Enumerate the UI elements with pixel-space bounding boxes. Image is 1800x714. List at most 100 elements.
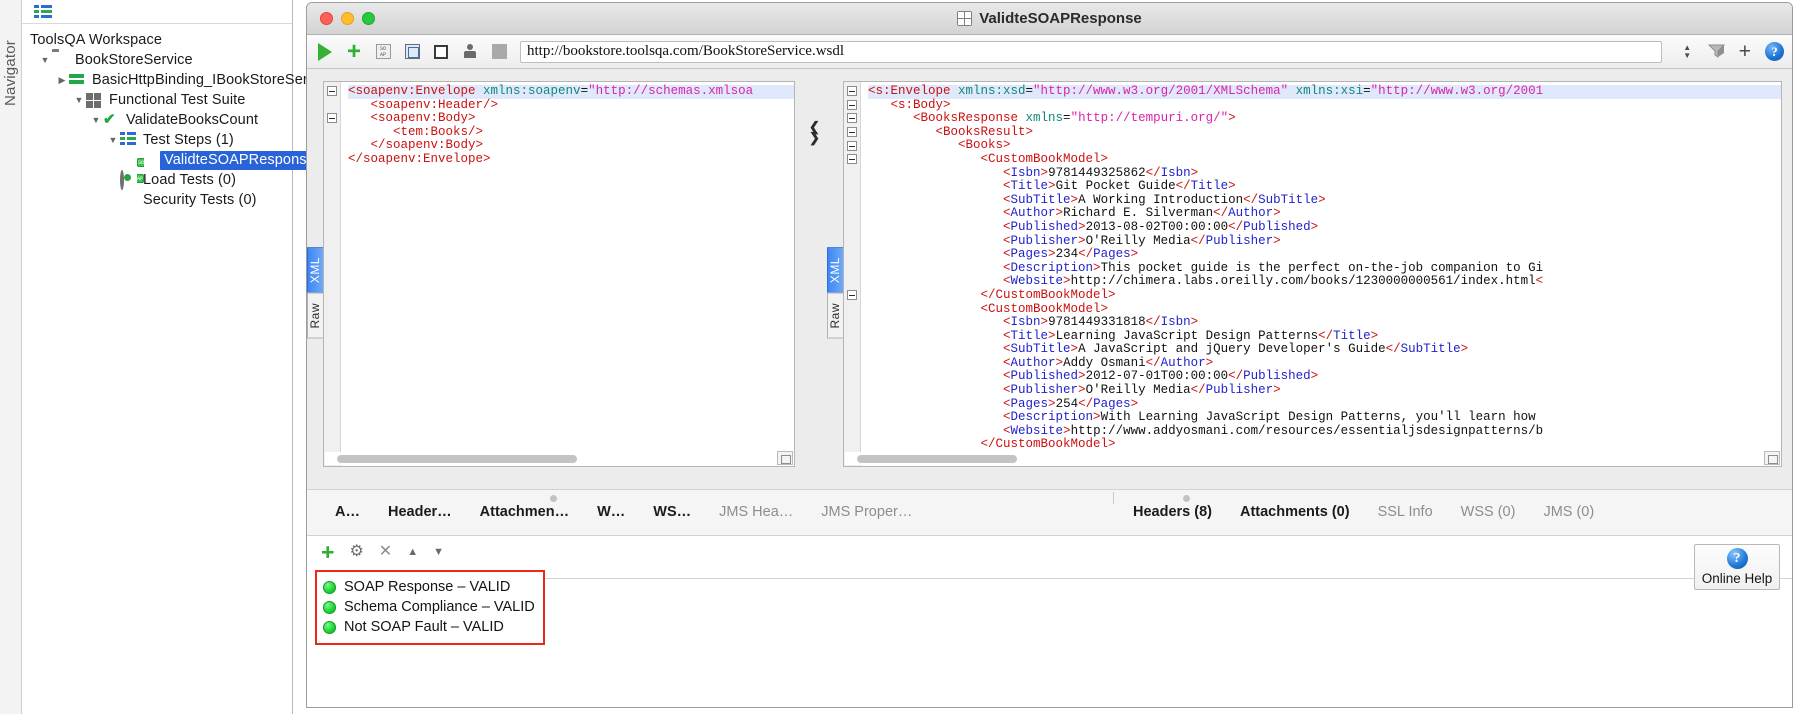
response-tab-0[interactable]: Headers (8)	[1119, 504, 1226, 520]
online-help-button[interactable]: ? Online Help	[1694, 544, 1780, 590]
navigator-strip: Navigator	[0, 0, 22, 714]
list-icon[interactable]	[34, 5, 52, 18]
request-hscrollbar[interactable]	[325, 452, 775, 465]
chevron-down-icon[interactable]	[106, 130, 120, 150]
request-tab-6[interactable]: JMS Proper…	[807, 504, 926, 520]
editors-area: XML Raw <soapenv:Envelope xmlns:soapenv=…	[307, 69, 1792, 489]
assertions-divider	[545, 578, 1792, 579]
fold-toggle[interactable]	[327, 113, 337, 123]
soap-icon[interactable]: SO AP	[373, 42, 393, 62]
form-editor-icon[interactable]	[402, 42, 422, 62]
request-view-tabs: XML Raw	[307, 247, 324, 339]
request-tab-2[interactable]: Attachmen…	[466, 504, 583, 520]
chevron-down-icon[interactable]	[89, 110, 103, 130]
tree-root-label: ToolsQA Workspace	[30, 32, 162, 48]
request-pane-handle[interactable]	[550, 495, 557, 502]
chevron-down-icon[interactable]: ▼	[433, 545, 444, 559]
code-line: <BooksResult>	[868, 124, 1034, 139]
code-line: </CustomBookModel>	[868, 287, 1116, 302]
chevron-up-icon[interactable]: ▲	[407, 545, 418, 559]
toolbar-right-group: ▲ ▼ + ?	[1671, 41, 1784, 63]
code-line: <Published>2012-07-01T00:00:00</Publishe…	[868, 369, 1319, 384]
status-valid-icon	[323, 580, 336, 594]
tree-item-bookstoreservice[interactable]: BookStoreService	[22, 50, 292, 70]
response-tab-3[interactable]: WSS (0)	[1447, 504, 1530, 520]
window-title-container: ValidteSOAPResponse	[307, 10, 1792, 27]
person-icon[interactable]	[460, 42, 480, 62]
stop-square-icon[interactable]	[489, 42, 509, 62]
tree-item-test-steps[interactable]: Test Steps (1)	[22, 130, 292, 150]
request-tab-4[interactable]: WS…	[639, 504, 705, 520]
response-pane-handle[interactable]	[1183, 495, 1190, 502]
soap-request-icon	[957, 11, 973, 26]
request-tab-xml[interactable]: XML	[307, 247, 324, 294]
help-circle-icon[interactable]: ?	[1765, 42, 1784, 61]
test-steps-icon	[120, 132, 138, 148]
chevron-down-icon[interactable]	[38, 50, 52, 70]
assertion-row[interactable]: Schema Compliance – VALID	[323, 597, 537, 617]
run-button[interactable]	[315, 42, 335, 62]
response-tab-2[interactable]: SSL Info	[1364, 504, 1447, 520]
fold-toggle[interactable]	[847, 290, 857, 300]
fold-toggle[interactable]	[847, 113, 857, 123]
fold-toggle[interactable]	[847, 154, 857, 164]
request-tab-3[interactable]: W…	[583, 504, 639, 520]
fold-toggle[interactable]	[847, 100, 857, 110]
response-tab-1[interactable]: Attachments (0)	[1226, 504, 1364, 520]
response-xml-code[interactable]: <s:Envelope xmlns:xsd="http://www.w3.org…	[862, 82, 1781, 466]
tree-item-security-tests[interactable]: Security Tests (0)	[22, 190, 292, 210]
response-editor[interactable]: <s:Envelope xmlns:xsd="http://www.w3.org…	[843, 81, 1782, 467]
code-line: <soapenv:Envelope xmlns:soapenv="http://…	[348, 84, 794, 99]
request-tab-5[interactable]: JMS Hea…	[705, 504, 807, 520]
tree-root-workspace[interactable]: ToolsQA Workspace	[22, 30, 292, 50]
editor-splitter[interactable]: ❮ ❯	[805, 69, 827, 489]
filter-icon[interactable]	[1707, 44, 1725, 59]
response-hscrollbar[interactable]	[845, 452, 1762, 465]
fold-toggle[interactable]	[847, 141, 857, 151]
tree-item-basichttpbinding[interactable]: BasicHttpBinding_IBookStoreServi	[22, 70, 318, 90]
request-editor[interactable]: <soapenv:Envelope xmlns:soapenv="http://…	[323, 81, 795, 467]
security-test-shield-icon	[120, 192, 138, 208]
square-icon[interactable]	[431, 42, 451, 62]
endpoint-url-input[interactable]: http://bookstore.toolsqa.com/BookStoreSe…	[520, 40, 1662, 63]
response-tab-xml[interactable]: XML	[827, 247, 844, 294]
code-line: <Books>	[868, 138, 1011, 153]
tree-item-label: Load Tests (0)	[143, 172, 237, 188]
response-resize-grip[interactable]	[1764, 451, 1780, 465]
tree-item-validtesoapresponse[interactable]: SO AP ValidteSOAPResponse	[22, 150, 319, 183]
tree-item-label: Functional Test Suite	[109, 92, 246, 108]
fold-toggle[interactable]	[847, 127, 857, 137]
fold-toggle[interactable]	[327, 86, 337, 96]
add-assertion-button[interactable]: +	[344, 39, 364, 63]
assertions-panel: + ⚙ ✕ ▲ ▼ SOAP Response – VALID Schema Co…	[307, 535, 1792, 645]
tree-item-label: BasicHttpBinding_IBookStoreServi	[92, 72, 319, 88]
request-tab-0[interactable]: A…	[321, 504, 374, 520]
tree-item-functional-test-suite[interactable]: Functional Test Suite	[22, 90, 292, 110]
gear-icon[interactable]: ⚙	[349, 544, 363, 560]
code-line: </CustomBookModel>	[868, 437, 1116, 452]
tree-item-validatebookscount[interactable]: ✔ ValidateBooksCount	[22, 110, 292, 130]
response-tab-raw[interactable]: Raw	[827, 293, 844, 339]
response-tab-4[interactable]: JMS (0)	[1529, 504, 1608, 520]
add-assertion-button[interactable]: +	[321, 540, 334, 563]
splitter-collapse-icon[interactable]: ❮ ❯	[809, 120, 820, 144]
navigator-label: Navigator	[2, 40, 19, 106]
request-editor-pane: XML Raw <soapenv:Envelope xmlns:soapenv=…	[307, 69, 805, 489]
plus-icon[interactable]: +	[1739, 41, 1751, 62]
request-resize-grip[interactable]	[777, 451, 793, 465]
tree-item-load-tests[interactable]: Load Tests (0)	[22, 170, 292, 190]
code-line: <CustomBookModel>	[868, 301, 1109, 316]
request-tab-1[interactable]: Header…	[374, 504, 466, 520]
code-line: <Description>With Learning JavaScript De…	[868, 410, 1536, 425]
assertion-row[interactable]: Not SOAP Fault – VALID	[323, 617, 537, 637]
close-icon[interactable]: ✕	[379, 544, 392, 560]
response-fold-gutter	[844, 82, 861, 466]
chevron-right-icon[interactable]	[55, 70, 69, 90]
code-line: <Description>This pocket guide is the pe…	[868, 260, 1544, 275]
assertion-row[interactable]: SOAP Response – VALID	[323, 577, 537, 597]
chevron-down-icon[interactable]	[72, 90, 86, 110]
request-tab-raw[interactable]: Raw	[307, 293, 324, 339]
fold-toggle[interactable]	[847, 86, 857, 96]
request-xml-code[interactable]: <soapenv:Envelope xmlns:soapenv="http://…	[342, 82, 794, 466]
stepper-up-down-icon[interactable]: ▲ ▼	[1681, 41, 1694, 63]
